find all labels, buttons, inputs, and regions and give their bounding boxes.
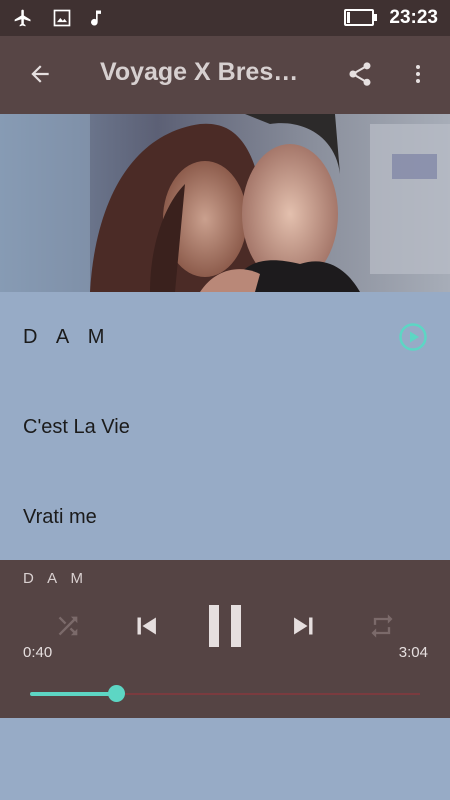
music-note-icon bbox=[86, 8, 108, 28]
play-circle-icon[interactable] bbox=[398, 322, 428, 352]
share-icon bbox=[346, 60, 374, 93]
total-duration: 3:04 bbox=[398, 644, 428, 661]
back-button[interactable] bbox=[20, 56, 60, 96]
list-item[interactable]: C'est La Vie bbox=[0, 382, 450, 472]
repeat-icon bbox=[368, 612, 396, 645]
shuffle-button[interactable] bbox=[50, 610, 86, 646]
list-item[interactable]: D A M bbox=[0, 292, 450, 382]
song-title: D A M bbox=[23, 326, 112, 348]
previous-icon bbox=[129, 609, 163, 648]
clock: 23:23 bbox=[389, 7, 438, 28]
repeat-button[interactable] bbox=[364, 610, 400, 646]
page-title: Voyage X Bres… bbox=[100, 58, 299, 86]
more-options-button[interactable] bbox=[398, 56, 438, 96]
seek-bar[interactable] bbox=[30, 684, 420, 704]
back-arrow-icon bbox=[27, 61, 53, 92]
pause-icon bbox=[205, 603, 245, 654]
seek-progress bbox=[30, 692, 116, 696]
album-cover-image bbox=[0, 114, 450, 292]
player-panel: D A M 0:40 3:04 bbox=[0, 560, 450, 718]
list-item[interactable]: Vrati me bbox=[0, 472, 450, 562]
shuffle-icon bbox=[54, 612, 82, 645]
app-bar: Voyage X Bres… bbox=[0, 36, 450, 114]
bottom-area bbox=[0, 718, 450, 800]
battery-icon bbox=[344, 9, 377, 26]
more-vert-icon bbox=[406, 62, 430, 91]
next-icon bbox=[287, 609, 321, 648]
seek-thumb[interactable] bbox=[107, 685, 125, 702]
song-title: C'est La Vie bbox=[23, 416, 130, 438]
image-icon bbox=[52, 8, 74, 28]
pause-button[interactable] bbox=[200, 602, 250, 654]
share-button[interactable] bbox=[340, 56, 380, 96]
elapsed-time: 0:40 bbox=[23, 644, 53, 661]
song-title: Vrati me bbox=[23, 506, 97, 528]
airplane-icon bbox=[12, 8, 34, 28]
previous-button[interactable] bbox=[126, 608, 166, 648]
next-button[interactable] bbox=[284, 608, 324, 648]
now-playing-title: D A M bbox=[23, 570, 89, 587]
status-bar: 23:23 bbox=[0, 0, 450, 36]
song-list: D A M C'est La Vie Vrati me bbox=[0, 292, 450, 560]
